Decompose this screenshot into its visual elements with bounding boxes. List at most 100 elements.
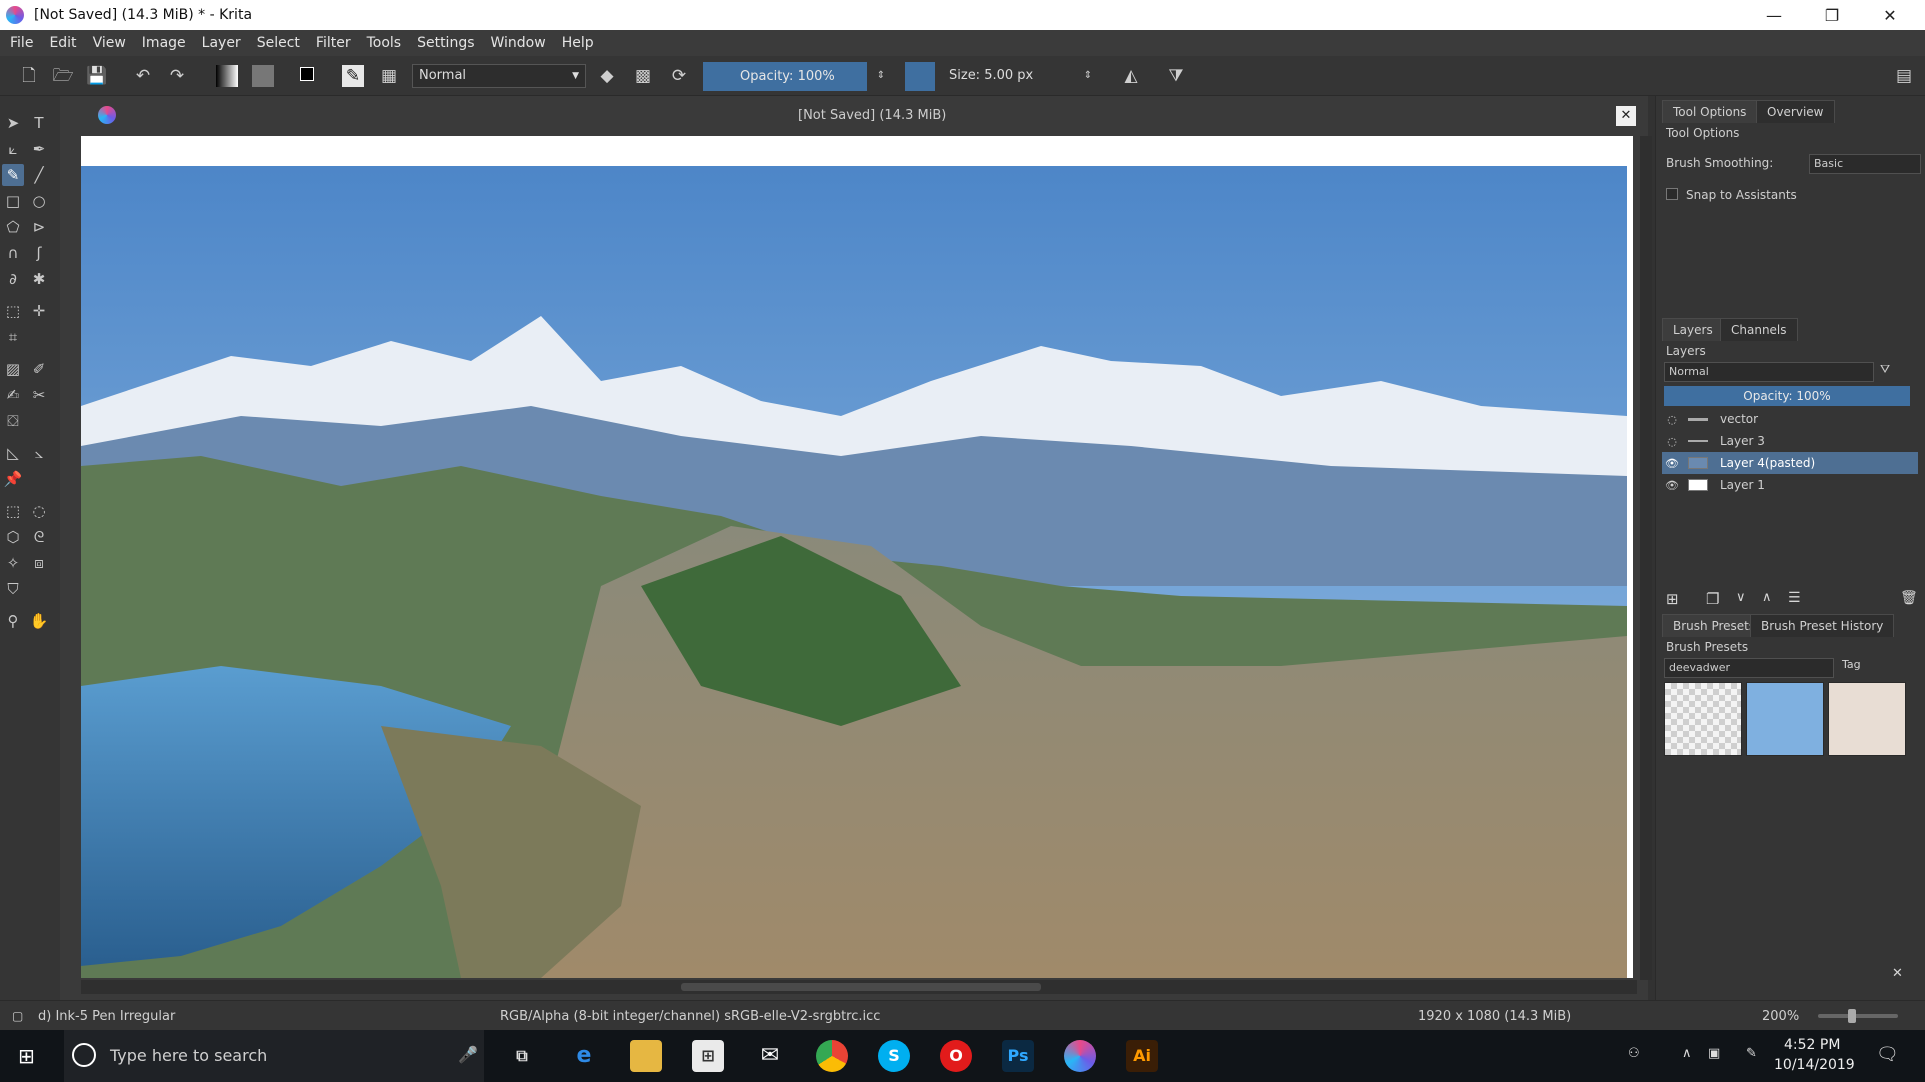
clock-date[interactable]: 10/14/2019 [1774,1057,1855,1073]
freehand-path-icon[interactable]: ʃ [28,242,50,264]
blend-mode-select[interactable]: Normal ▼ [412,64,586,88]
restore-button[interactable]: ❐ [1803,0,1861,30]
bezier-select-icon[interactable]: ⛉ [2,578,24,600]
opera-icon[interactable]: O [940,1040,972,1072]
preset-ink-pen[interactable] [1746,682,1824,756]
close-document-icon[interactable]: ✕ [1616,106,1636,126]
new-document-icon[interactable]: 🗋 [18,65,40,87]
size-spin-icon[interactable]: ⇕ [1077,65,1099,87]
mirror-horizontal-icon[interactable]: ◭ [1120,65,1142,87]
menu-settings[interactable]: Settings [417,35,474,51]
measure-tool-icon[interactable]: ⦣ [28,442,50,464]
landscape-photo[interactable] [81,166,1627,978]
line-tool-icon[interactable]: ╱ [28,164,50,186]
delete-layer-icon[interactable]: 🗑 [1900,590,1918,606]
opacity-slider[interactable]: Opacity: 100% [703,62,867,91]
fg-bg-color-icon[interactable] [298,65,320,87]
zoom-slider-handle[interactable] [1848,1009,1856,1023]
open-folder-icon[interactable]: 🗁 [52,65,74,87]
ellipse-tool-icon[interactable]: ○ [28,190,50,212]
redo-icon[interactable]: ↷ [166,65,188,87]
horizontal-scrollbar[interactable] [81,980,1637,994]
layer-row-layer-1[interactable]: 👁 Layer 1 [1662,474,1918,496]
visibility-icon[interactable]: ◌ [1662,413,1682,426]
file-explorer-icon[interactable] [630,1040,662,1072]
bezier-tool-icon[interactable]: ∩ [2,242,24,264]
skype-icon[interactable]: S [878,1040,910,1072]
edge-icon[interactable]: e [568,1040,600,1072]
clock-time[interactable]: 4:52 PM [1784,1037,1840,1053]
move-tool-icon[interactable]: ✛ [28,300,50,322]
preset-pencil[interactable] [1828,682,1906,756]
pan-tool-icon[interactable]: ✋ [28,610,50,632]
reload-preset-icon[interactable]: ⟳ [668,65,690,87]
menu-help[interactable]: Help [562,35,594,51]
assistant-tool-icon[interactable]: ◺ [2,442,24,464]
vertical-scrollbar[interactable] [1640,136,1652,980]
contiguous-select-icon[interactable]: ✧ [2,552,24,574]
move-layer-down-icon[interactable]: ∨ [1736,590,1746,605]
ellipse-select-icon[interactable]: ◌ [28,500,50,522]
illustrator-icon[interactable]: Ai [1126,1040,1158,1072]
similar-color-select-icon[interactable]: ⧈ [28,552,50,574]
polyline-tool-icon[interactable]: ⊳ [28,216,50,238]
chrome-icon[interactable] [816,1040,848,1072]
tag-button[interactable]: Tag [1842,658,1861,671]
visibility-icon[interactable]: 👁 [1662,479,1682,492]
freehand-select-icon[interactable]: ᘓ [28,526,50,548]
duplicate-layer-icon[interactable]: ❐ [1706,590,1719,608]
preset-tag-select[interactable]: deevadwer [1664,658,1834,678]
menu-select[interactable]: Select [257,35,300,51]
pen-icon[interactable]: ✎ [1746,1046,1757,1061]
workspace-grid-icon[interactable]: ▦ [378,65,400,87]
text-tool-icon[interactable]: T [28,112,50,134]
layer-opacity-slider[interactable]: Opacity: 100% [1664,386,1910,406]
notifications-icon[interactable]: 🗨 [1876,1044,1899,1065]
close-window-button[interactable]: ✕ [1861,0,1919,30]
undo-icon[interactable]: ↶ [132,65,154,87]
rect-select-icon[interactable]: ⬚ [2,500,24,522]
polygon-select-icon[interactable]: ⬡ [2,526,24,548]
add-layer-icon[interactable]: ⊞ [1666,590,1679,608]
menu-edit[interactable]: Edit [49,35,76,51]
store-icon[interactable]: ⊞ [692,1040,724,1072]
move-layer-up-icon[interactable]: ∧ [1762,590,1772,605]
brush-preset-icon[interactable]: ✎ [342,65,364,87]
size-slider-fill[interactable] [905,62,935,91]
tab-layers[interactable]: Layers [1662,318,1724,341]
tab-brush-preset-history[interactable]: Brush Preset History [1750,614,1895,637]
size-slider[interactable]: Size: 5.00 px [935,64,1075,88]
multibrush-icon[interactable]: ✱ [28,268,50,290]
layer-filter-icon[interactable]: ⛛ [1880,362,1890,377]
calligraphy-icon[interactable]: ✒ [28,138,50,160]
freehand-brush-icon[interactable]: ✎ [2,164,24,186]
visibility-icon[interactable]: ◌ [1662,435,1682,448]
dynamic-brush-icon[interactable]: ∂ [2,268,24,290]
visibility-icon[interactable]: 👁 [1662,457,1682,470]
layer-row-layer-3[interactable]: ◌ Layer 3 [1662,430,1918,452]
tab-overview[interactable]: Overview [1756,100,1835,123]
photoshop-icon[interactable]: Ps [1002,1040,1034,1072]
colorize-mask-icon[interactable]: ✍ [2,384,24,406]
preset-close-icon[interactable]: ✕ [1892,966,1903,981]
snap-checkbox[interactable] [1666,188,1678,200]
tab-tool-options[interactable]: Tool Options [1662,100,1758,123]
menu-tools[interactable]: Tools [367,35,402,51]
preset-eraser[interactable] [1664,682,1742,756]
task-view-icon[interactable]: ⧉ [506,1040,538,1072]
mail-icon[interactable]: ✉ [754,1040,786,1072]
menu-view[interactable]: View [93,35,126,51]
minimize-button[interactable]: — [1745,0,1803,30]
crop-tool-icon[interactable]: ⌗ [2,326,24,348]
network-icon[interactable]: ▣ [1708,1046,1720,1061]
document-tab[interactable]: [Not Saved] (14.3 MiB) ✕ [80,100,1640,130]
zoom-slider[interactable] [1818,1014,1898,1018]
windows-start-icon[interactable]: ⊞ [18,1044,35,1068]
menu-layer[interactable]: Layer [202,35,241,51]
save-icon[interactable]: 💾 [86,65,108,87]
menu-filter[interactable]: Filter [316,35,351,51]
zoom-tool-icon[interactable]: ⚲ [2,610,24,632]
color-picker-icon[interactable]: ✐ [28,358,50,380]
menu-window[interactable]: Window [491,35,546,51]
gradient-tool-icon[interactable]: ▨ [2,358,24,380]
